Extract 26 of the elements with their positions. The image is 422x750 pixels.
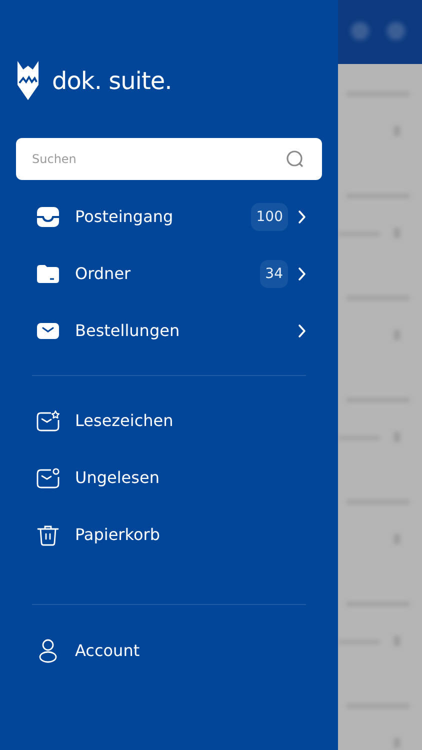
folder-icon <box>36 264 60 284</box>
count-badge: 100 <box>251 202 288 230</box>
search-icon[interactable] <box>286 150 304 168</box>
menu-item-label: Papierkorb <box>75 525 161 544</box>
envelope-icon <box>36 322 60 340</box>
menu-item-label: Ordner <box>75 264 132 283</box>
envelope-star-icon <box>36 410 60 432</box>
fox-logo-icon <box>16 60 40 102</box>
menu-item-label: Posteingang <box>75 207 174 226</box>
menu-item[interactable]: Posteingang 100 <box>36 188 306 245</box>
menu-item[interactable]: Papierkorb <box>36 506 306 563</box>
count-badge: 34 <box>260 260 288 288</box>
menu-item[interactable]: Account <box>36 622 306 679</box>
menu-item-label: Bestellungen <box>75 321 181 340</box>
menu-item-label: Ungelesen <box>75 468 160 487</box>
logo-text: dok. suite. <box>52 67 172 95</box>
menu-item[interactable]: Ordner 34 <box>36 245 306 302</box>
menu-item[interactable]: Ungelesen <box>36 449 306 506</box>
inbox-icon <box>36 206 60 228</box>
menu-item[interactable]: Lesezeichen <box>36 392 306 449</box>
search-field[interactable]: Suchen <box>16 138 322 180</box>
trash-icon <box>36 524 60 546</box>
menu-item[interactable]: Bestellungen <box>36 302 306 359</box>
menu-item-label: Lesezeichen <box>75 411 174 430</box>
envelope-dot-icon <box>36 466 60 488</box>
menu-item-label: Account <box>75 641 141 660</box>
